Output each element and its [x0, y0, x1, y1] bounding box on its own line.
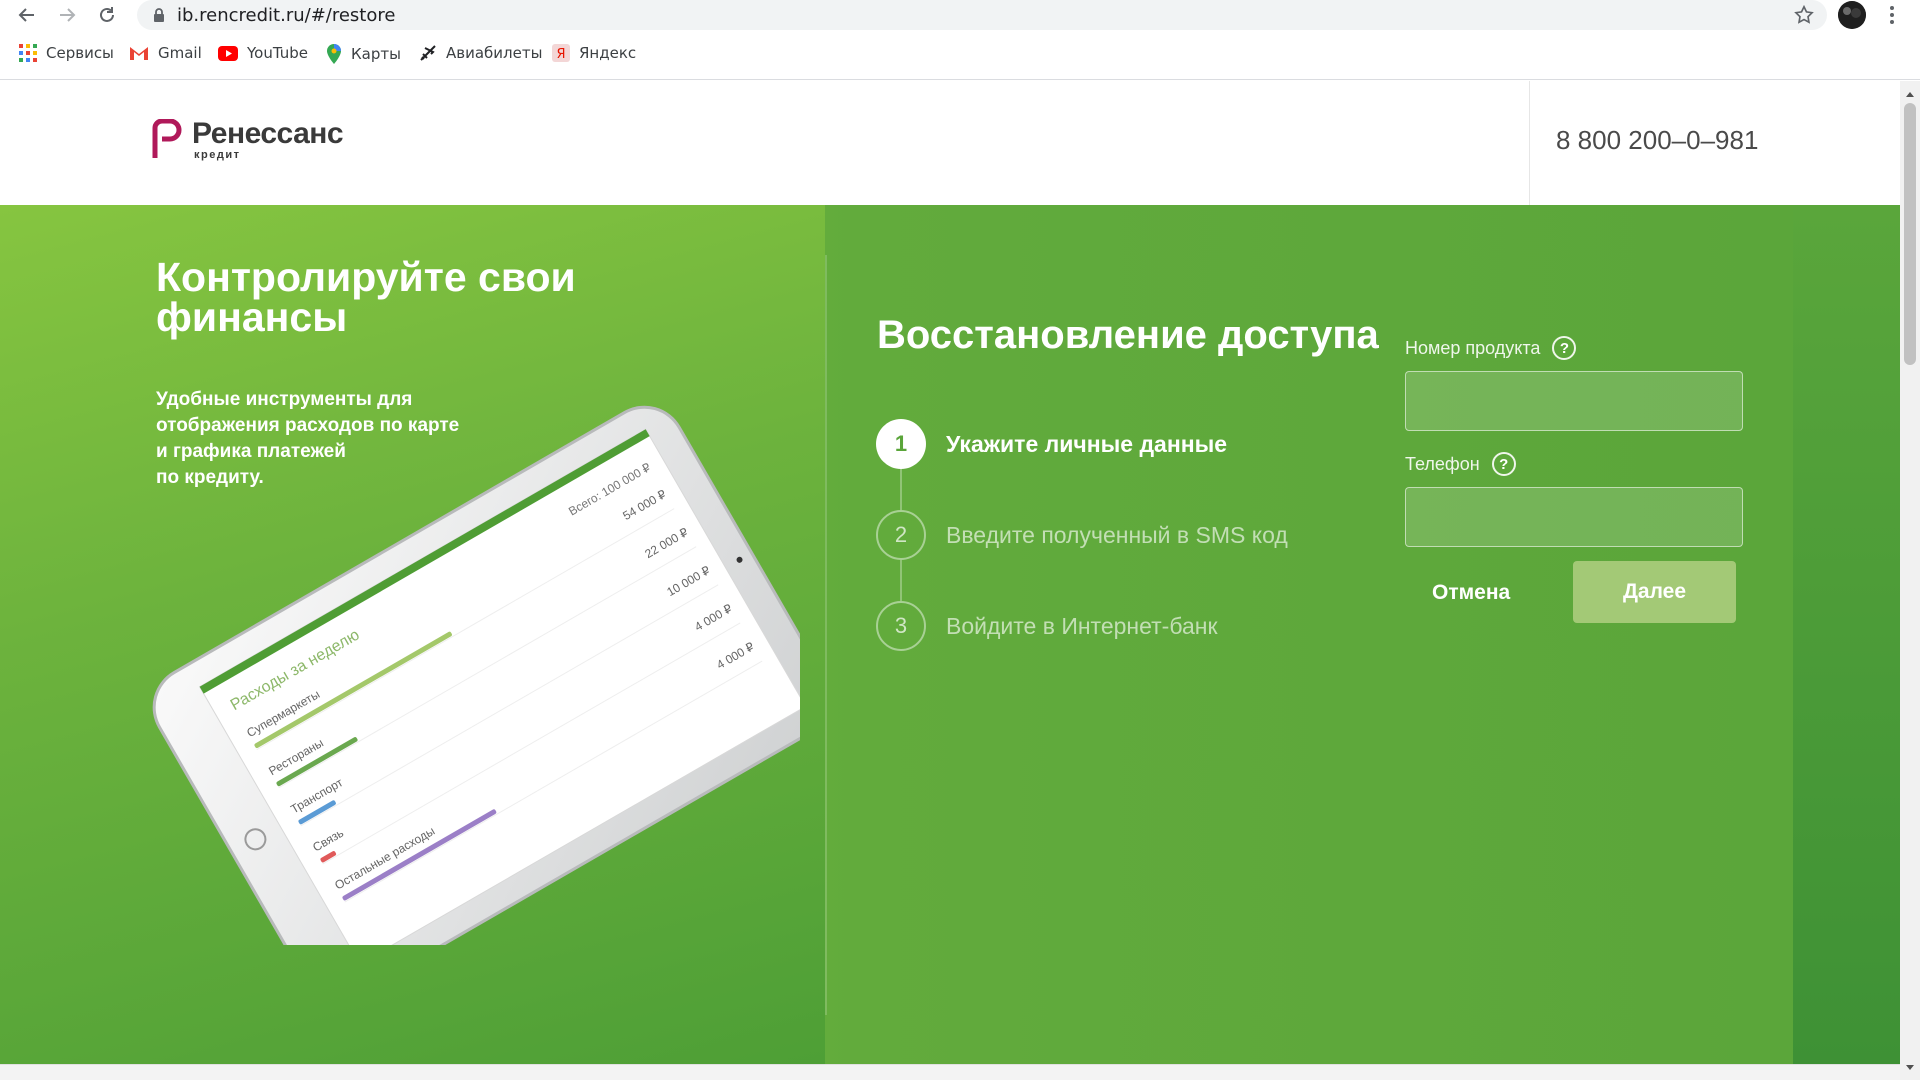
- promo-title: Контролируйте свои финансы: [156, 254, 576, 340]
- reload-button[interactable]: [94, 2, 120, 28]
- logo-name: Ренессанс: [192, 117, 344, 150]
- restore-title: Восстановление доступа: [877, 313, 1379, 357]
- phone-input[interactable]: [1405, 487, 1743, 547]
- site-header: Ренессанс кредит 8 800 200–0–981: [0, 81, 1900, 205]
- svg-text:Я: Я: [556, 47, 565, 62]
- step-connector: [900, 560, 902, 601]
- page-scrollbar[interactable]: [1900, 81, 1920, 1080]
- reload-icon: [100, 7, 114, 22]
- bookmark-youtube[interactable]: YouTube: [218, 44, 308, 62]
- bookmarks-bar: Сервисы Gmail YouTube Карты Авиабилеты Я…: [0, 30, 1920, 80]
- phone-help-icon[interactable]: ?: [1491, 452, 1516, 476]
- avatar-icon: [1838, 1, 1866, 29]
- hero-section: Контролируйте свои финансы Удобные инстр…: [0, 205, 1900, 1064]
- bookmark-star-icon[interactable]: [1793, 4, 1815, 26]
- scroll-down-icon[interactable]: [1900, 1061, 1920, 1075]
- plane-icon: [420, 45, 436, 61]
- product-help-icon[interactable]: ?: [1552, 336, 1577, 360]
- promo-panel: Контролируйте свои финансы Удобные инстр…: [0, 205, 825, 1064]
- tablet-illustration: Расходы за неделю Всего: 100 000 ₽ Супер…: [152, 405, 800, 945]
- right-edge-strip: [1793, 205, 1900, 1064]
- step-3: 3 Войдите в Интернет-банк: [876, 601, 1218, 651]
- back-button[interactable]: [14, 2, 40, 28]
- step-3-number: 3: [876, 601, 926, 651]
- forward-button[interactable]: [54, 2, 80, 28]
- bookmark-services[interactable]: Сервисы: [19, 44, 114, 62]
- step-1-label: Укажите личные данные: [946, 430, 1228, 457]
- step-2-label: Введите полученный в SMS код: [946, 521, 1288, 548]
- browser-toolbar: ib.rencredit.ru/#/restore: [0, 0, 1920, 30]
- cancel-button[interactable]: Отмена: [1432, 581, 1510, 605]
- youtube-icon: [218, 45, 238, 61]
- url-text: ib.rencredit.ru/#/restore: [177, 5, 396, 26]
- panel-divider: [825, 255, 827, 1015]
- scroll-thumb[interactable]: [1904, 103, 1916, 365]
- renaissance-logo-icon: [152, 119, 182, 158]
- header-divider: [1529, 81, 1530, 205]
- logo-link[interactable]: Ренессанс кредит: [150, 117, 344, 161]
- step-1: 1 Укажите личные данные: [876, 419, 1227, 469]
- scroll-up-icon[interactable]: [1900, 87, 1920, 101]
- bookmark-aviatickets[interactable]: Авиабилеты: [419, 44, 542, 62]
- profile-avatar[interactable]: [1838, 1, 1866, 29]
- hotline-phone[interactable]: 8 800 200–0–981: [1556, 125, 1758, 156]
- step-1-number: 1: [876, 419, 926, 469]
- browser-menu-button[interactable]: [1882, 3, 1902, 27]
- bookmark-gmail[interactable]: Gmail: [129, 44, 202, 62]
- step-connector: [900, 469, 902, 510]
- restore-steps: 1 Укажите личные данные 2 Введите получе…: [876, 419, 1356, 659]
- arrow-right-icon: [60, 8, 76, 22]
- apps-grid-icon: [19, 44, 37, 62]
- gmail-icon: [130, 47, 148, 60]
- maps-pin-icon: [327, 44, 341, 64]
- step-2: 2 Введите полученный в SMS код: [876, 510, 1288, 560]
- logo-subtitle: кредит: [194, 149, 241, 161]
- step-2-number: 2: [876, 510, 926, 560]
- yandex-icon: Я: [552, 44, 570, 62]
- arrow-left-icon: [18, 8, 34, 22]
- lock-icon: [154, 8, 164, 22]
- bookmark-yandex[interactable]: Я Яндекс: [552, 44, 636, 62]
- step-3-label: Войдите в Интернет-банк: [946, 612, 1218, 639]
- phone-label: Телефон ?: [1405, 452, 1516, 476]
- product-number-input[interactable]: [1405, 371, 1743, 431]
- page-content: Ренессанс кредит 8 800 200–0–981 Контрол…: [0, 81, 1900, 1064]
- next-button[interactable]: Далее: [1573, 561, 1736, 623]
- page-bottom-edge: [0, 1064, 1900, 1080]
- bookmark-maps[interactable]: Карты: [326, 44, 401, 64]
- product-number-label: Номер продукта ?: [1405, 336, 1577, 360]
- address-bar[interactable]: ib.rencredit.ru/#/restore: [137, 0, 1827, 30]
